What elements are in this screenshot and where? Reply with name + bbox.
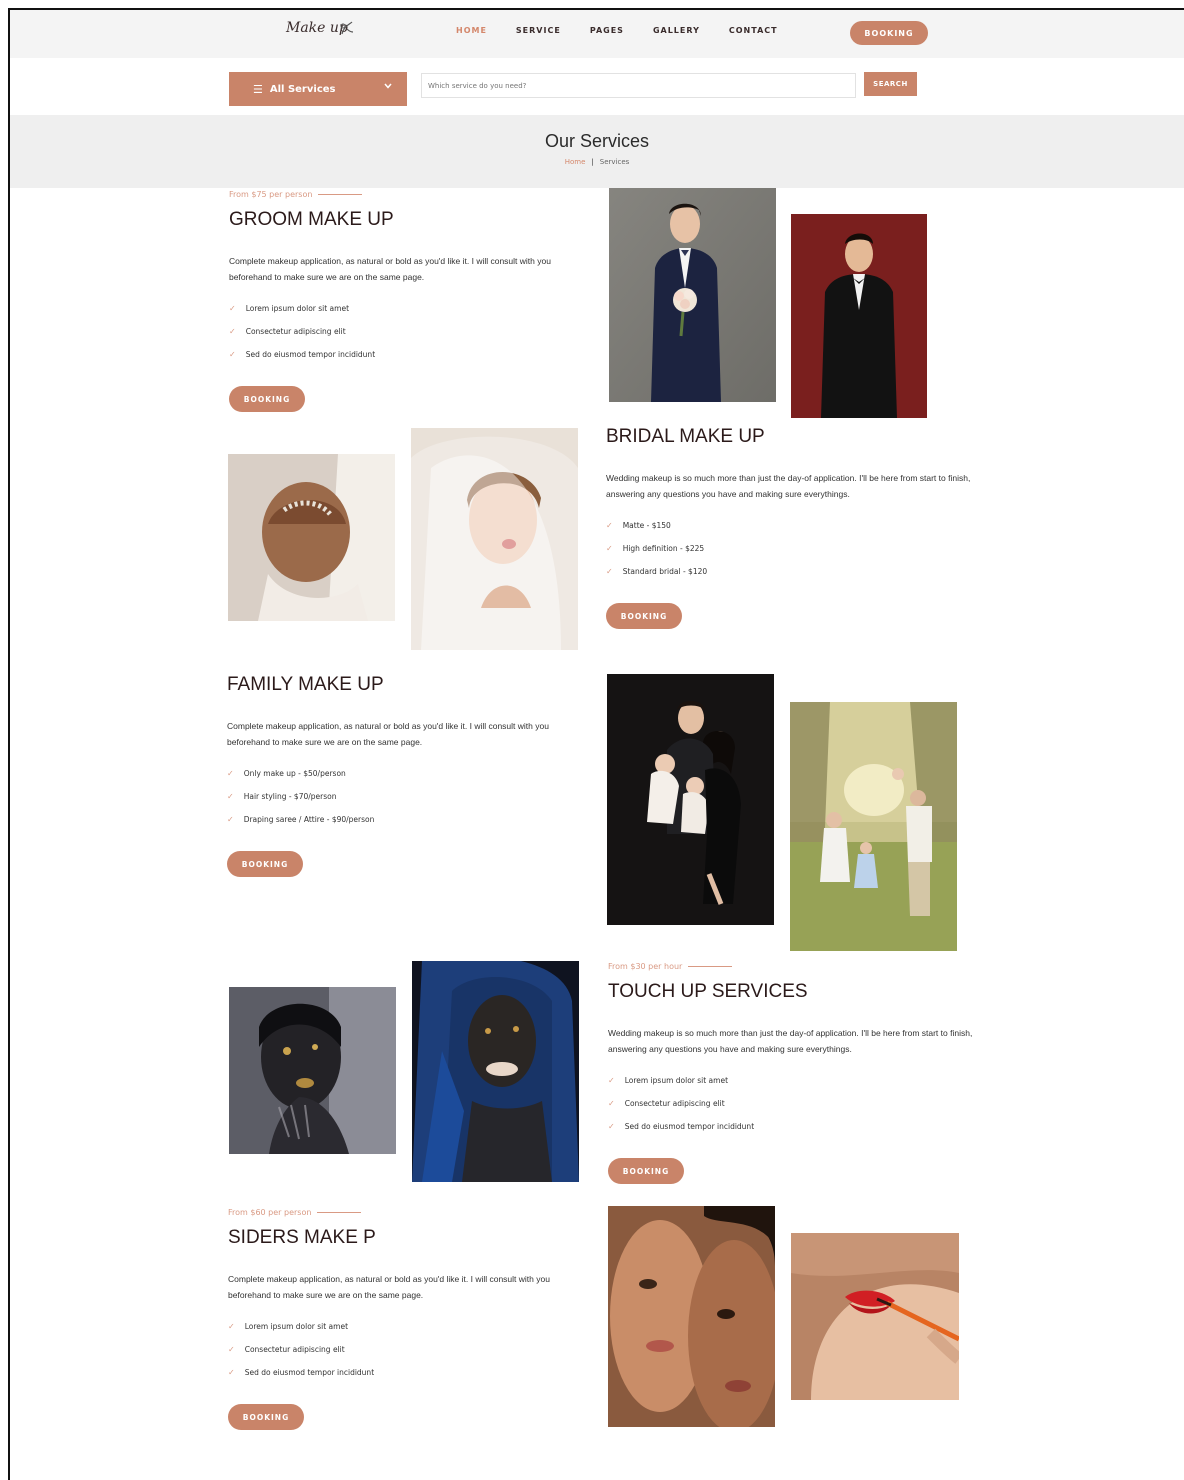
touchup-photo-1 <box>229 987 396 1154</box>
service-description: Complete makeup application, as natural … <box>227 721 549 747</box>
breadcrumb-home[interactable]: Home <box>565 158 586 166</box>
service-touch-up: From $30 per hour TOUCH UP SERVICES Wedd… <box>608 962 988 1184</box>
page-banner: Our Services Home | Services <box>10 115 1184 188</box>
family-photo-1 <box>607 674 774 925</box>
service-title: TOUCH UP SERVICES <box>608 981 808 1002</box>
service-feature-list: ✓ Lorem ipsum dolor sit amet ✓ Consectetur… <box>228 1315 588 1384</box>
check-icon: ✓ <box>608 1099 615 1108</box>
check-icon: ✓ <box>606 544 613 553</box>
booking-button[interactable]: BOOKING <box>229 386 305 412</box>
list-item: ✓ Only make up - $50/person <box>227 769 346 778</box>
bridal-photo-1 <box>228 454 395 621</box>
check-icon: ✓ <box>608 1122 615 1131</box>
check-icon: ✓ <box>228 1368 235 1377</box>
booking-button[interactable]: BOOKING <box>228 1404 304 1430</box>
service-title: BRIDAL MAKE UP <box>606 426 765 447</box>
list-item: ✓ Lorem ipsum dolor sit amet <box>229 304 350 313</box>
nav-gallery[interactable]: GALLERY <box>653 26 700 35</box>
nav-pages[interactable]: PAGES <box>590 26 624 35</box>
logo-mark-icon <box>340 21 354 35</box>
list-item: ✓ Hair styling - $70/person <box>227 792 337 801</box>
all-services-dropdown[interactable]: ☰ All Services <box>229 72 407 106</box>
nav-contact[interactable]: CONTACT <box>729 26 778 35</box>
search-bar-row: ☰ All Services SEARCH <box>10 58 1184 115</box>
list-item: ✓ Sed do eiusmod tempor incididunt <box>228 1368 375 1377</box>
check-icon: ✓ <box>608 1076 615 1085</box>
list-item: ✓ Standard bridal - $120 <box>606 567 708 576</box>
search-input[interactable] <box>421 73 856 98</box>
breadcrumb: Home | Services <box>10 158 1184 166</box>
list-item: ✓ Lorem ipsum dolor sit amet <box>608 1076 729 1085</box>
nav-service[interactable]: SERVICE <box>516 26 561 35</box>
touchup-photo-2 <box>412 961 579 1182</box>
chevron-down-icon <box>384 83 392 89</box>
list-item: ✓ Consectetur adipiscing elit <box>228 1345 345 1354</box>
service-bridal: BRIDAL MAKE UP Wedding makeup is so much… <box>606 416 986 629</box>
service-description: Complete makeup application, as natural … <box>228 1274 550 1300</box>
service-siders: From $60 per person SIDERS MAKE P Comple… <box>228 1208 588 1430</box>
top-navbar: Make up HOME SERVICE PAGES GALLERY CONTA… <box>10 10 1184 58</box>
service-groom: From $75 per person GROOM MAKE UP Comple… <box>229 190 589 412</box>
check-icon: ✓ <box>228 1322 235 1331</box>
service-title: GROOM MAKE UP <box>229 209 394 230</box>
list-item: ✓ Consectetur adipiscing elit <box>229 327 346 336</box>
service-description: Complete makeup application, as natural … <box>229 256 551 282</box>
service-price: From $75 per person <box>229 190 589 199</box>
service-title: FAMILY MAKE UP <box>227 674 384 695</box>
search-button[interactable]: SEARCH <box>864 72 917 96</box>
list-item: ✓ Sed do eiusmod tempor incididunt <box>229 350 376 359</box>
service-feature-list: ✓ Matte - $150 ✓ High definition - $225 ✓ S… <box>606 514 986 583</box>
check-icon: ✓ <box>228 1345 235 1354</box>
service-description: Wedding makeup is so much more than just… <box>606 473 971 499</box>
service-feature-list: ✓ Lorem ipsum dolor sit amet ✓ Consectetur… <box>608 1069 988 1138</box>
booking-button[interactable]: BOOKING <box>606 603 682 629</box>
check-icon: ✓ <box>606 521 613 530</box>
list-item: ✓ High definition - $225 <box>606 544 705 553</box>
groom-photo-2 <box>791 214 927 418</box>
siders-photo-1 <box>608 1206 775 1427</box>
service-price: From $30 per hour <box>608 962 988 971</box>
all-services-label: All Services <box>269 83 336 95</box>
siders-photo-2 <box>791 1233 959 1400</box>
main-nav: HOME SERVICE PAGES GALLERY CONTACT <box>456 26 807 35</box>
service-family: FAMILY MAKE UP Complete makeup applicati… <box>227 664 587 877</box>
groom-photo-1 <box>609 188 776 402</box>
check-icon: ✓ <box>606 567 613 576</box>
bridal-photo-2 <box>411 428 578 650</box>
service-title: SIDERS MAKE P <box>228 1227 376 1248</box>
check-icon: ✓ <box>227 792 234 801</box>
page-title: Our Services <box>544 131 650 151</box>
service-feature-list: ✓ Only make up - $50/person ✓ Hair styling… <box>227 762 587 831</box>
nav-home[interactable]: HOME <box>456 26 487 35</box>
page-frame: Make up HOME SERVICE PAGES GALLERY CONTA… <box>8 8 1184 1480</box>
check-icon: ✓ <box>229 304 236 313</box>
list-item: ✓ Draping saree / Attire - $90/person <box>227 815 375 824</box>
booking-button[interactable]: BOOKING <box>608 1158 684 1184</box>
list-item: ✓ Matte - $150 <box>606 521 671 530</box>
list-item: ✓ Consectetur adipiscing elit <box>608 1099 725 1108</box>
list-item: ✓ Sed do eiusmod tempor incididunt <box>608 1122 755 1131</box>
booking-button[interactable]: BOOKING <box>227 851 303 877</box>
header-booking-button[interactable]: BOOKING <box>850 21 928 45</box>
service-price: From $60 per person <box>228 1208 588 1217</box>
breadcrumb-separator: | <box>591 158 594 166</box>
family-photo-2 <box>790 702 957 951</box>
menu-icon: ☰ <box>253 82 263 96</box>
check-icon: ✓ <box>229 350 236 359</box>
site-logo[interactable]: Make up <box>286 20 366 46</box>
check-icon: ✓ <box>227 815 234 824</box>
breadcrumb-current: Services <box>599 158 630 166</box>
check-icon: ✓ <box>227 769 234 778</box>
service-description: Wedding makeup is so much more than just… <box>608 1028 973 1054</box>
service-feature-list: ✓ Lorem ipsum dolor sit amet ✓ Consectetur… <box>229 297 589 366</box>
check-icon: ✓ <box>229 327 236 336</box>
list-item: ✓ Lorem ipsum dolor sit amet <box>228 1322 349 1331</box>
